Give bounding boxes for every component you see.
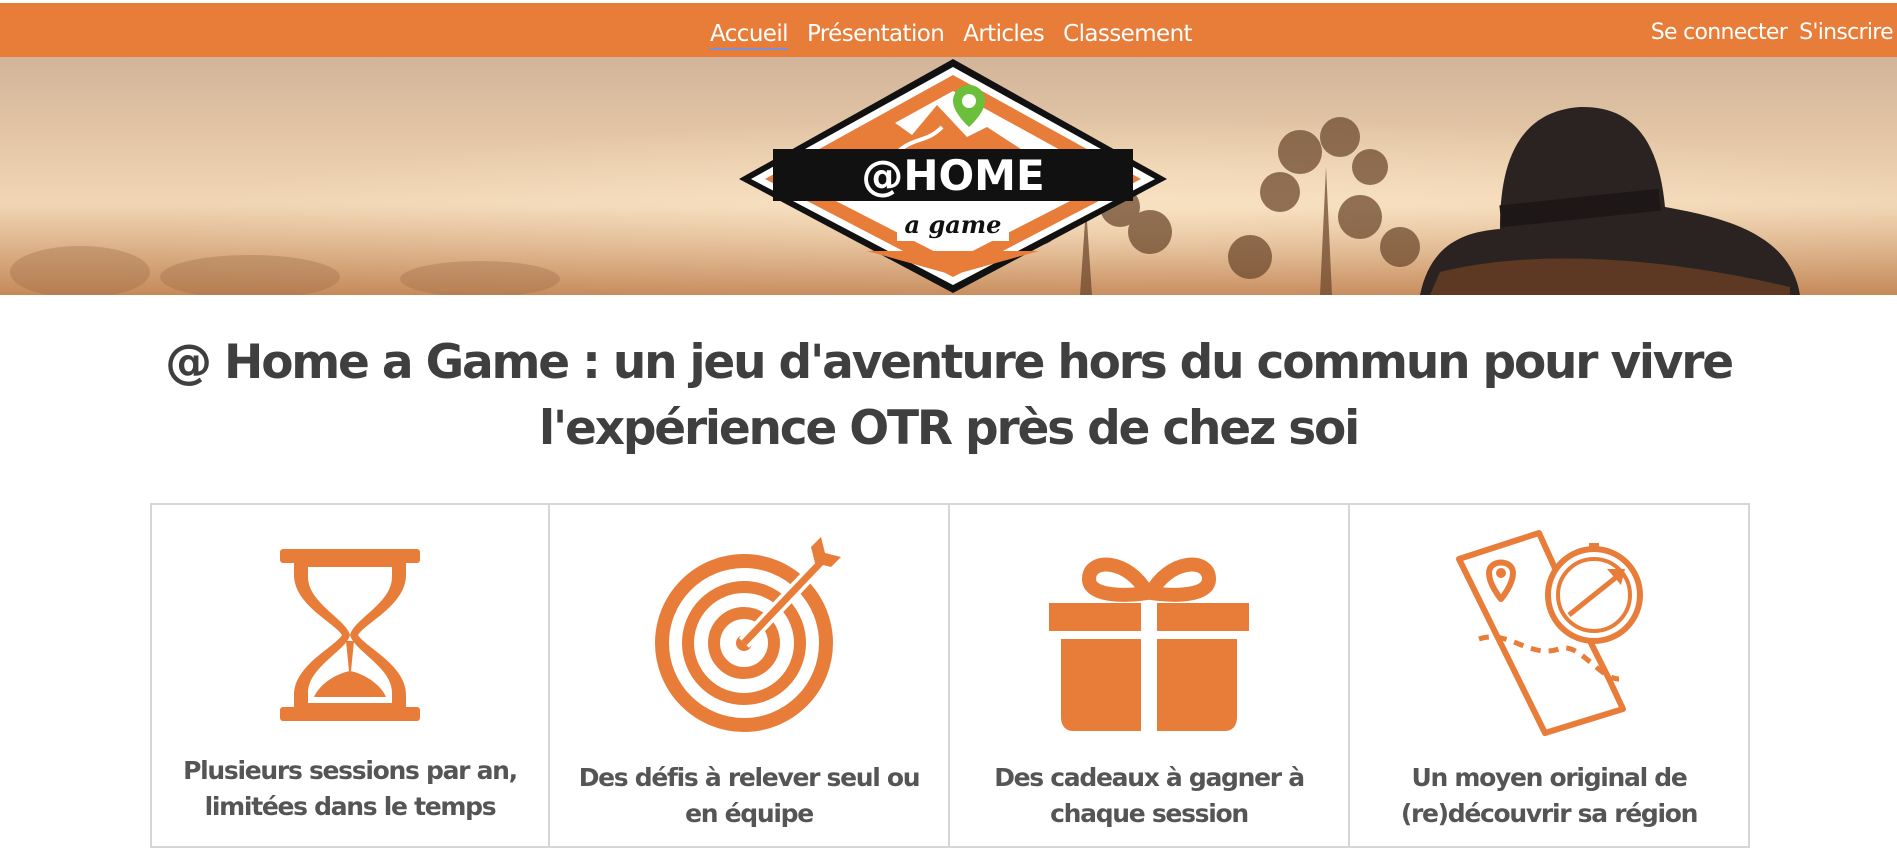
login-link[interactable]: Se connecter	[1651, 19, 1788, 47]
top-navigation-bar: Accueil Présentation Articles Classement…	[0, 0, 1897, 57]
nav-item-presentation[interactable]: Présentation	[807, 20, 945, 50]
map-compass-icon	[1456, 530, 1643, 736]
site-logo[interactable]: @HOME a game	[737, 57, 1169, 295]
feature-caption: Des défis à relever seul ou en équipe	[578, 763, 921, 828]
page-headline: @ Home a Game : un jeu d'aventure hors d…	[165, 335, 1734, 456]
feature-card-gifts: Des cadeaux à gagner à chaque session	[950, 503, 1350, 848]
feature-cards: Plusieurs sessions par an, limitées dans…	[150, 503, 1750, 848]
main-nav: Accueil Présentation Articles Classement	[710, 20, 1193, 50]
logo-subtitle: a game	[905, 210, 1002, 239]
gift-icon	[1049, 557, 1249, 731]
feature-card-sessions: Plusieurs sessions par an, limitées dans…	[150, 503, 550, 848]
target-icon	[655, 537, 841, 732]
feature-caption: Plusieurs sessions par an, limitées dans…	[183, 756, 518, 821]
logo-title: @HOME	[861, 151, 1044, 200]
hourglass-icon	[280, 549, 420, 721]
auth-links: Se connecter S'inscrire	[1651, 19, 1894, 47]
nav-item-articles[interactable]: Articles	[963, 20, 1045, 50]
nav-item-classement[interactable]: Classement	[1063, 20, 1192, 50]
feature-caption: Des cadeaux à gagner à chaque session	[994, 763, 1305, 828]
feature-card-challenges: Des défis à relever seul ou en équipe	[550, 503, 950, 848]
hero-banner: @HOME a game	[0, 57, 1897, 295]
signup-link[interactable]: S'inscrire	[1799, 19, 1894, 47]
feature-caption: Un moyen original de (re)découvrir sa ré…	[1400, 763, 1699, 828]
nav-item-accueil[interactable]: Accueil	[710, 20, 789, 50]
feature-card-region: Un moyen original de (re)découvrir sa ré…	[1350, 503, 1750, 848]
